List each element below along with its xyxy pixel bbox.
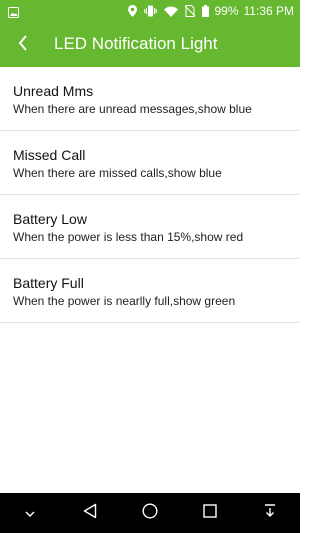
back-button[interactable] xyxy=(8,30,38,60)
nav-collapse-button[interactable] xyxy=(10,493,50,533)
setting-summary: When the power is nearlly full,show gree… xyxy=(13,294,236,308)
setting-summary: When the power is less than 15%,show red xyxy=(13,230,244,244)
setting-battery-full[interactable]: Battery Full When the power is nearlly f… xyxy=(0,259,300,323)
setting-missed-call[interactable]: Missed Call When there are missed calls,… xyxy=(0,131,300,195)
setting-title: Battery Low xyxy=(13,211,87,227)
settings-list: Unread Mms When there are unread message… xyxy=(0,67,300,323)
nav-back-button[interactable] xyxy=(70,493,110,533)
vibrate-icon xyxy=(144,5,158,17)
app-bar: LED Notification Light xyxy=(0,22,300,67)
wifi-icon xyxy=(164,6,179,17)
navigation-bar xyxy=(0,493,300,533)
pull-down-icon xyxy=(264,503,276,523)
nav-recents-button[interactable] xyxy=(190,493,230,533)
recents-icon xyxy=(203,503,217,523)
setting-unread-mms[interactable]: Unread Mms When there are unread message… xyxy=(0,67,300,131)
home-icon xyxy=(142,502,158,524)
chevron-down-icon xyxy=(25,504,35,522)
setting-title: Unread Mms xyxy=(13,83,94,99)
setting-title: Missed Call xyxy=(13,147,86,163)
location-icon xyxy=(128,5,138,17)
image-notification-icon xyxy=(8,5,19,18)
battery-percent: 99% xyxy=(214,4,239,18)
nav-notifications-button[interactable] xyxy=(250,493,290,533)
status-icons: 99% 11:36 PM xyxy=(121,0,294,22)
status-time: 11:36 PM xyxy=(243,4,294,18)
status-bar: 99% 11:36 PM xyxy=(0,0,300,22)
page-title: LED Notification Light xyxy=(54,34,218,53)
back-arrow-icon xyxy=(18,34,28,56)
battery-icon xyxy=(202,5,210,17)
setting-summary: When there are unread messages,show blue xyxy=(13,102,252,116)
setting-title: Battery Full xyxy=(13,275,84,291)
no-sim-icon xyxy=(185,5,196,17)
nav-home-button[interactable] xyxy=(130,493,170,533)
nav-back-icon xyxy=(83,503,97,524)
setting-battery-low[interactable]: Battery Low When the power is less than … xyxy=(0,195,300,259)
setting-summary: When there are missed calls,show blue xyxy=(13,166,222,180)
